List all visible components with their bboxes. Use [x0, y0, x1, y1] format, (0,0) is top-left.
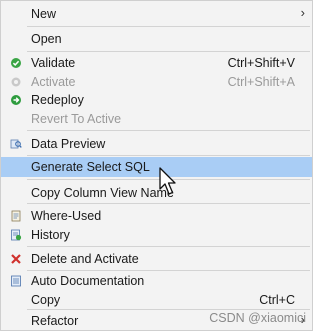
- menu-separator: [27, 246, 310, 247]
- menu-item-label: Delete and Activate: [31, 252, 139, 266]
- menu-item-copy[interactable]: Copy Ctrl+C: [1, 290, 312, 310]
- menu-item-shortcut: Ctrl+Shift+V: [227, 56, 295, 70]
- menu-item-redeploy[interactable]: Redeploy: [1, 90, 312, 110]
- data-preview-icon: [10, 139, 22, 149]
- menu-item-shortcut: Ctrl+C: [259, 293, 295, 307]
- context-menu: New › Open Validate Ctrl+Shift+V Activat…: [0, 0, 313, 331]
- menu-item-label: Redeploy: [31, 93, 84, 107]
- menu-item-new[interactable]: New ›: [1, 4, 312, 24]
- menu-item-label: Open: [31, 32, 62, 46]
- where-used-icon: [11, 210, 21, 222]
- mouse-cursor-icon: [159, 167, 176, 195]
- menu-item-label: Where-Used: [31, 209, 102, 223]
- delete-icon: [11, 254, 21, 264]
- menu-item-label: Refactor: [31, 314, 79, 328]
- menu-item-history[interactable]: History: [1, 225, 312, 245]
- menu-separator: [27, 51, 310, 52]
- document-icon: [11, 275, 21, 287]
- menu-separator: [27, 26, 310, 27]
- menu-item-label: Data Preview: [31, 137, 106, 151]
- redeploy-icon: [11, 95, 21, 105]
- validate-icon: [11, 58, 21, 68]
- menu-item-label: History: [31, 228, 70, 242]
- menu-separator: [27, 203, 310, 204]
- menu-item-validate[interactable]: Validate Ctrl+Shift+V: [1, 53, 312, 73]
- menu-item-label: Copy Column View Name: [31, 186, 174, 200]
- menu-item-delete-and-activate[interactable]: Delete and Activate: [1, 249, 312, 269]
- menu-item-where-used[interactable]: Where-Used: [1, 206, 312, 226]
- menu-separator: [27, 155, 310, 156]
- menu-item-open[interactable]: Open: [1, 29, 312, 49]
- menu-item-copy-column-view-name[interactable]: Copy Column View Name: [1, 183, 312, 203]
- activate-icon: [11, 77, 21, 87]
- menu-item-label: Auto Documentation: [31, 274, 145, 288]
- watermark: CSDN @xiaomici: [209, 311, 306, 325]
- menu-item-generate-select-sql[interactable]: Generate Select SQL: [1, 157, 312, 177]
- submenu-arrow-icon: ›: [300, 5, 305, 20]
- menu-separator: [27, 130, 310, 131]
- history-icon: [11, 229, 22, 241]
- menu-item-activate[interactable]: Activate Ctrl+Shift+A: [1, 72, 312, 92]
- menu-item-auto-documentation[interactable]: Auto Documentation: [1, 271, 312, 291]
- menu-item-revert-to-active[interactable]: Revert To Active: [1, 109, 312, 129]
- menu-separator: [27, 309, 310, 310]
- menu-item-label: New: [31, 7, 57, 21]
- menu-item-label: Copy: [31, 293, 61, 307]
- menu-item-data-preview[interactable]: Data Preview: [1, 134, 312, 154]
- menu-item-label: Activate: [31, 75, 76, 89]
- menu-item-label: Revert To Active: [31, 112, 122, 126]
- menu-item-label: Validate: [31, 56, 76, 70]
- menu-item-label: Generate Select SQL: [31, 160, 150, 174]
- menu-item-shortcut: Ctrl+Shift+A: [227, 75, 295, 89]
